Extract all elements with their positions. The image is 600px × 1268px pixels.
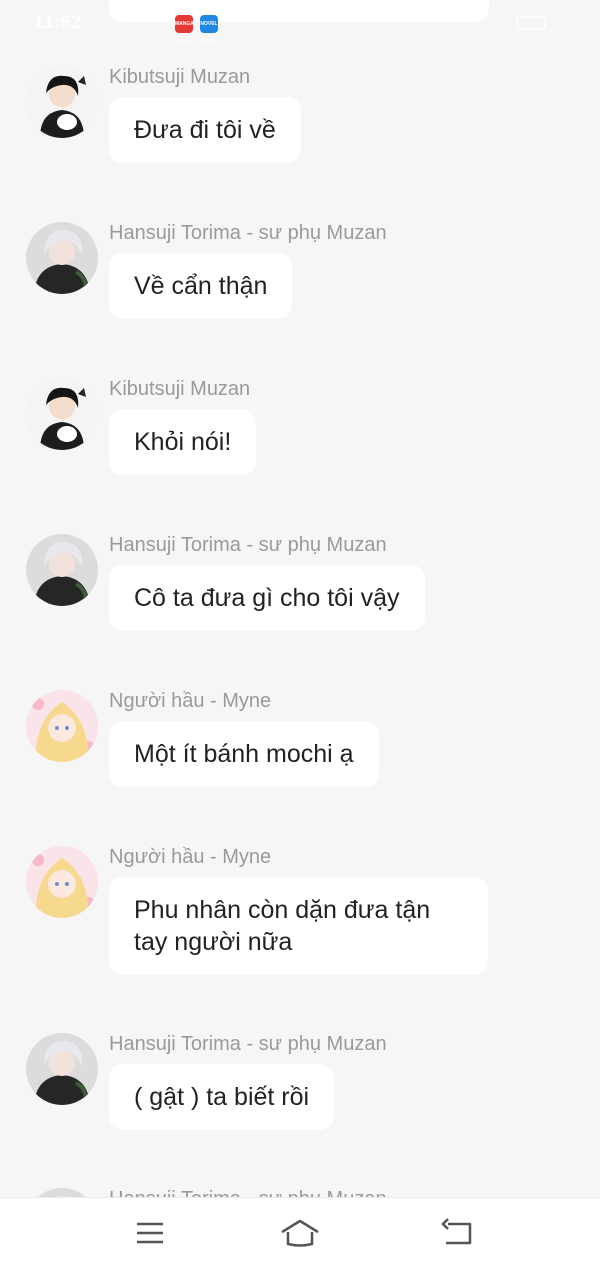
- chat-area[interactable]: Kibutsuji Muzan Đưa đi tôi về Hansuji To…: [0, 0, 600, 1197]
- message-bubble[interactable]: Phu nhân còn dặn đưa tận tay người nữa: [109, 877, 488, 975]
- navigation-bar: [0, 1197, 600, 1268]
- sender-name: Người hầu - Myne: [109, 846, 272, 868]
- status-bar: 11:52 MANGA TOON NOVEL TOON: [0, 0, 600, 46]
- sender-name: Kibutsuji Muzan: [109, 66, 251, 88]
- home-icon[interactable]: [280, 1216, 320, 1250]
- novel-toon-icon: NOVEL TOON: [200, 15, 218, 45]
- sender-name: Hansuji Torima - sư phụ Muzan: [109, 1188, 387, 1197]
- message-bubble[interactable]: Một ít bánh mochi ạ: [109, 721, 379, 787]
- avatar[interactable]: [26, 66, 98, 138]
- avatar[interactable]: [26, 846, 98, 918]
- avatar[interactable]: [26, 534, 98, 606]
- message-bubble[interactable]: Khỏi nói!: [109, 409, 257, 475]
- avatar[interactable]: [26, 1188, 98, 1197]
- avatar[interactable]: [26, 378, 98, 450]
- message-bubble[interactable]: ( gật ) ta biết rồi: [109, 1064, 335, 1130]
- manga-toon-icon: MANGA TOON: [175, 15, 194, 45]
- sender-name: Người hầu - Myne: [109, 690, 272, 712]
- avatar[interactable]: [26, 1033, 98, 1105]
- message-bubble[interactable]: Cô ta đưa gì cho tôi vậy: [109, 565, 425, 631]
- sender-name: Hansuji Torima - sư phụ Muzan: [109, 222, 387, 244]
- sender-name: Kibutsuji Muzan: [109, 378, 251, 400]
- sender-name: Hansuji Torima - sư phụ Muzan: [109, 534, 387, 556]
- message-bubble[interactable]: Đưa đi tôi về: [109, 97, 301, 163]
- avatar[interactable]: [26, 222, 98, 294]
- back-icon[interactable]: [438, 1216, 478, 1250]
- battery-icon: [516, 16, 546, 30]
- sender-name: Hansuji Torima - sư phụ Muzan: [109, 1033, 387, 1055]
- message-bubble[interactable]: Về cẩn thận: [109, 253, 293, 319]
- menu-icon[interactable]: [130, 1216, 170, 1250]
- status-time: 11:52: [34, 12, 82, 32]
- avatar[interactable]: [26, 690, 98, 762]
